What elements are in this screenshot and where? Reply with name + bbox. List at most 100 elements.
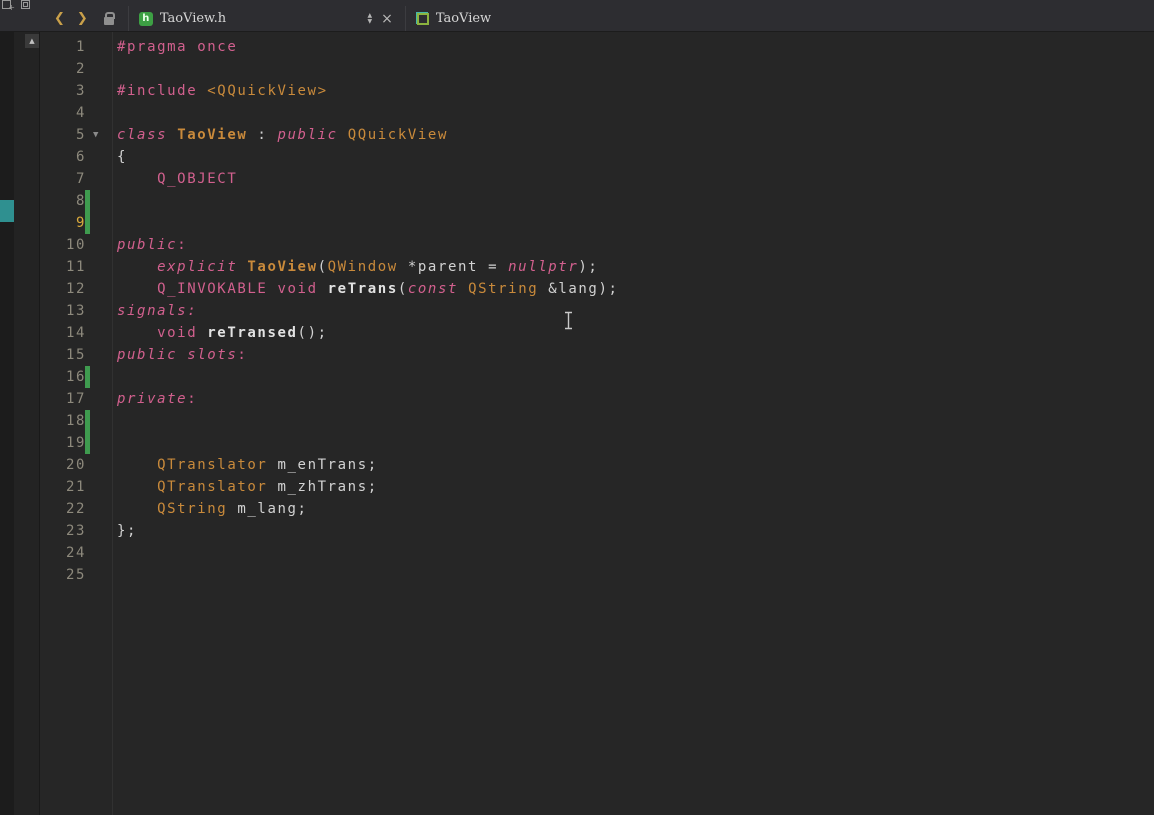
close-file-button[interactable]: × [379,12,395,26]
close-panel-icon[interactable] [21,0,30,9]
gutter-row[interactable]: 5 ▼ [40,124,112,146]
code-line[interactable] [117,102,1154,124]
fold-marker-icon[interactable]: ▼ [93,124,98,146]
code-line[interactable]: public slots: [117,344,1154,366]
arrow-down-icon: ▼ [367,17,373,25]
code-line[interactable] [117,190,1154,212]
gutter-row[interactable]: 16 [40,366,112,388]
class-symbol-icon [415,12,429,25]
line-number: 1 [75,39,86,55]
gutter-row[interactable]: 1 [40,36,112,58]
code-line[interactable]: { [117,146,1154,168]
back-button[interactable]: ❮ [48,6,71,31]
vcs-added-marker [85,410,90,432]
code-line[interactable]: Q_INVOKABLE void reTrans(const QString &… [117,278,1154,300]
code-line[interactable]: private: [117,388,1154,410]
line-number: 13 [65,303,86,319]
lock-icon [103,11,115,25]
code-editor-window: ❮ ❯ h TaoView.h ▲ ▼ × TaoView ▲ 12345▼67… [0,0,1154,815]
code-line[interactable]: signals: [117,300,1154,322]
line-number: 11 [65,259,86,275]
code-line[interactable]: class TaoView : public QQuickView [117,124,1154,146]
forward-button[interactable]: ❯ [71,6,94,31]
gutter-row[interactable]: 20 [40,454,112,476]
vcs-added-marker [85,366,90,388]
code-line[interactable] [117,564,1154,586]
gutter-row[interactable]: 6 [40,146,112,168]
code-line[interactable]: void reTransed(); [117,322,1154,344]
code-line[interactable] [117,542,1154,564]
gutter-row[interactable]: 10 [40,234,112,256]
gutter-row[interactable]: 17 [40,388,112,410]
code-line[interactable]: #include <QQuickView> [117,80,1154,102]
gutter-row[interactable]: 9 [40,212,112,234]
line-number: 19 [65,435,86,451]
line-number: 12 [65,281,86,297]
code-text-area[interactable]: #pragma once #include <QQuickView> class T… [113,32,1154,815]
line-number: 2 [75,61,86,77]
gutter-row[interactable]: 3 [40,80,112,102]
code-line[interactable]: explicit TaoView(QWindow *parent = nullp… [117,256,1154,278]
code-line[interactable] [117,410,1154,432]
gutter-row[interactable]: 8 [40,190,112,212]
editor-toolbar: ❮ ❯ h TaoView.h ▲ ▼ × TaoView [0,0,1154,32]
file-list-arrows-icon[interactable]: ▲ ▼ [367,12,373,25]
code-line[interactable]: Q_OBJECT [117,168,1154,190]
line-number-gutter: 1 2 3 4 5 ▼ 6 7 8 9 10 11 12 13 14 15 16 17 18 19 20 21 22 23 24… [40,32,113,815]
gutter-row[interactable]: 22 [40,498,112,520]
gutter-row[interactable]: 25 [40,564,112,586]
gutter-row[interactable]: 11 [40,256,112,278]
split-editor-icon[interactable] [2,0,15,11]
vcs-added-marker [85,432,90,454]
code-line[interactable] [117,212,1154,234]
header-file-icon: h [138,11,153,26]
gutter-row[interactable]: 19 [40,432,112,454]
gutter-row[interactable]: 24 [40,542,112,564]
line-number: 14 [65,325,86,341]
code-line[interactable] [117,58,1154,80]
gutter-row[interactable]: 2 [40,58,112,80]
line-number: 17 [65,391,86,407]
code-line[interactable]: }; [117,520,1154,542]
code-line[interactable] [117,432,1154,454]
code-line[interactable]: QString m_lang; [117,498,1154,520]
line-number: 22 [65,501,86,517]
line-number: 5 [75,127,86,143]
gutter-row[interactable]: 7 [40,168,112,190]
gutter-row[interactable]: 4 [40,102,112,124]
gutter-row[interactable]: 18 [40,410,112,432]
line-number: 8 [75,193,86,209]
gutter-row[interactable]: 23 [40,520,112,542]
line-number: 16 [65,369,86,385]
line-number: 10 [65,237,86,253]
open-file-dropdown[interactable]: h TaoView.h ▲ ▼ × [127,6,406,31]
code-line[interactable]: QTranslator m_zhTrans; [117,476,1154,498]
open-file-name: TaoView.h [159,11,227,26]
line-number: 25 [65,567,86,583]
code-line[interactable] [117,366,1154,388]
mouse-cursor-ibeam [565,311,572,330]
code-line[interactable]: #pragma once [117,36,1154,58]
line-number: 6 [75,149,86,165]
line-number: 23 [65,523,86,539]
gutter-row[interactable]: 15 [40,344,112,366]
line-number: 15 [65,347,86,363]
scroll-up-button[interactable]: ▲ [25,34,39,48]
left-scrollbar-rail[interactable]: ▲ [14,32,40,815]
line-number: 3 [75,83,86,99]
line-number: 18 [65,413,86,429]
gutter-row[interactable]: 13 [40,300,112,322]
gutter-row[interactable]: 21 [40,476,112,498]
window-corner-icons [2,0,30,11]
gutter-row[interactable]: 12 [40,278,112,300]
vcs-added-marker [85,190,90,212]
code-line[interactable]: QTranslator m_enTrans; [117,454,1154,476]
line-number: 20 [65,457,86,473]
symbol-dropdown[interactable]: TaoView [406,6,501,31]
code-line[interactable]: public: [117,234,1154,256]
line-number: 21 [65,479,86,495]
gutter-row[interactable]: 14 [40,322,112,344]
editor-area: ▲ 1 2 3 4 5 ▼ 6 7 8 9 10 11 12 13 14 15 16 17 18 19 20 21 22 23… [0,32,1154,815]
scroll-position-marker [0,200,14,222]
line-number: 4 [75,105,86,121]
